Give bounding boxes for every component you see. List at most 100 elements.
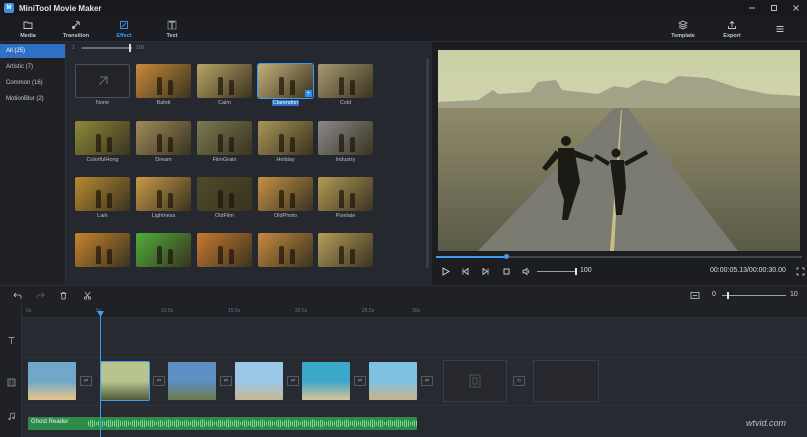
transition-slot[interactable]: ⇄: [80, 376, 92, 386]
empty-clip-slot[interactable]: [443, 360, 507, 402]
fullscreen-icon[interactable]: [795, 266, 805, 276]
transition-slot[interactable]: ⇄: [421, 376, 433, 386]
effect-tile[interactable]: [136, 233, 191, 277]
effect-tile[interactable]: Cold: [318, 64, 373, 108]
add-effect-icon[interactable]: +: [305, 90, 312, 97]
menu-button[interactable]: [757, 16, 803, 42]
effect-tile[interactable]: OldPhoto: [258, 177, 313, 221]
transition-slot[interactable]: ⇄: [354, 376, 366, 386]
video-clip-road[interactable]: [100, 361, 150, 401]
text-button[interactable]: Text: [149, 16, 195, 42]
app-window: M MiniTool Movie Maker Media Transition …: [0, 0, 807, 437]
waveform-bar: [344, 420, 345, 427]
ruler-tick-label: 10.5s: [161, 308, 174, 314]
folder-icon: [23, 21, 33, 29]
effect-tile[interactable]: ColorfulHong: [75, 121, 130, 165]
transition-slot[interactable]: ⇄: [220, 376, 232, 386]
thumbnail-scene: [75, 121, 130, 155]
video-clip-coast[interactable]: [369, 362, 417, 400]
transition-slot[interactable]: ⟲: [513, 376, 525, 386]
effect-tile[interactable]: Lark: [75, 177, 130, 221]
effect-tile[interactable]: Industry: [318, 121, 373, 165]
next-frame-icon[interactable]: [480, 266, 490, 276]
waveform-bar: [266, 421, 267, 426]
effect-tile[interactable]: OldFilm: [197, 177, 252, 221]
transition-slot[interactable]: ⇄: [287, 376, 299, 386]
slider-knob[interactable]: [129, 44, 131, 52]
video-clip-plane[interactable]: [28, 362, 76, 400]
video-clip-hiker[interactable]: [235, 362, 283, 400]
effect-tile[interactable]: Holiday: [258, 121, 313, 165]
volume-slider-knob[interactable]: [575, 268, 577, 275]
video-clip-mountain[interactable]: [168, 362, 216, 400]
progress-knob[interactable]: [503, 254, 509, 259]
waveform-bar: [226, 419, 227, 428]
stop-icon[interactable]: [501, 266, 511, 276]
effect-tile[interactable]: Pixelate: [318, 177, 373, 221]
category-motionblur[interactable]: MotionBlur (2): [0, 92, 65, 106]
time-ruler[interactable]: 0s5s10.5s15.5s20.5s25.5s30s: [22, 303, 807, 317]
video-preview[interactable]: [438, 50, 800, 251]
thumbnail-scene: [258, 177, 313, 211]
effect-thumbnail: [318, 121, 373, 155]
waveform-bar: [202, 419, 203, 428]
effect-tile[interactable]: FilmGrain: [197, 121, 252, 165]
playback-progress-bar[interactable]: [436, 254, 802, 259]
waveform-bar: [306, 420, 307, 427]
waveform-bar: [326, 421, 327, 426]
waveform-bar: [144, 419, 145, 428]
redo-icon[interactable]: [35, 290, 45, 300]
effect-thumbnail: [197, 177, 252, 211]
export-button[interactable]: Export: [709, 16, 755, 42]
effect-tile[interactable]: [318, 233, 373, 277]
thumbnail-figure: [339, 134, 344, 152]
effect-tile[interactable]: Lightness: [136, 177, 191, 221]
effect-tile[interactable]: [75, 233, 130, 277]
previous-frame-icon[interactable]: [460, 266, 470, 276]
undo-icon[interactable]: [12, 290, 22, 300]
volume-slider-track[interactable]: [537, 271, 577, 272]
effect-intensity-slider[interactable]: 1 100: [66, 42, 432, 54]
waveform-bar: [194, 419, 195, 428]
close-icon[interactable]: [785, 0, 807, 16]
waveform-bar: [176, 419, 177, 428]
thumbnail-figure: [157, 77, 162, 95]
effect-tile[interactable]: [197, 233, 252, 277]
effect-tile[interactable]: Calm: [197, 64, 252, 108]
media-button[interactable]: Media: [5, 16, 51, 42]
thumbnail-scene: [318, 233, 373, 267]
play-icon[interactable]: [440, 266, 450, 276]
zoom-slider-track[interactable]: [722, 295, 786, 296]
slider-track[interactable]: [82, 47, 132, 49]
effect-tile[interactable]: None: [75, 64, 130, 108]
volume-icon[interactable]: [521, 266, 531, 276]
thumbnail-figure: [350, 193, 355, 208]
template-button[interactable]: Template: [660, 16, 706, 42]
effect-button[interactable]: Effect: [101, 16, 147, 42]
waveform-bar: [346, 419, 347, 428]
category-common[interactable]: Common (16): [0, 76, 65, 90]
split-icon[interactable]: [82, 290, 92, 300]
effect-tile[interactable]: Dream: [136, 121, 191, 165]
waveform-bar: [372, 419, 373, 428]
video-clip-beach[interactable]: [302, 362, 350, 400]
audio-clip[interactable]: Ghost Reader: [28, 417, 417, 430]
effect-tile[interactable]: + Clarendon: [257, 63, 314, 108]
category-all[interactable]: All (25): [0, 44, 65, 58]
effect-tile[interactable]: Bafeti: [136, 64, 191, 108]
delete-icon[interactable]: [58, 290, 68, 300]
transition-slot[interactable]: ⇄: [153, 376, 165, 386]
category-artistic[interactable]: Artistic (7): [0, 60, 65, 74]
effect-label: Effect: [116, 32, 132, 39]
zoom-slider-knob[interactable]: [727, 292, 730, 299]
effect-tile[interactable]: [258, 233, 313, 277]
maximize-icon[interactable]: [763, 0, 785, 16]
effect-label: Industry: [335, 157, 356, 163]
zoom-fit-icon[interactable]: [690, 290, 700, 300]
transition-button[interactable]: Transition: [53, 16, 99, 42]
text-track[interactable]: [22, 317, 807, 357]
minimize-icon[interactable]: [741, 0, 763, 16]
effects-scrollbar[interactable]: [426, 58, 429, 268]
effect-label: FilmGrain: [212, 157, 237, 163]
empty-clip-slot[interactable]: [533, 360, 599, 402]
